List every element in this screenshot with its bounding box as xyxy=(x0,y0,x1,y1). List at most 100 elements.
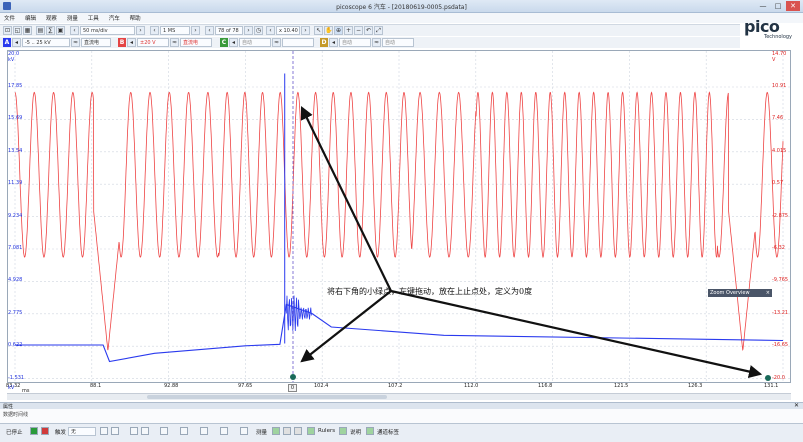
channel-settings-icon[interactable]: ▤ xyxy=(36,26,45,35)
edit-measure-icon[interactable] xyxy=(283,427,291,435)
pico-logo-sub: Technology xyxy=(764,34,793,40)
channel-labels-label[interactable]: 通道标签 xyxy=(377,428,399,436)
properties-close-icon[interactable]: ✕ xyxy=(794,402,799,409)
menu-help[interactable]: 帮助 xyxy=(126,13,145,22)
run-state-label: 已停止 xyxy=(6,430,23,436)
channel-a-coupling[interactable]: 直流电 xyxy=(81,38,111,47)
menu-automotive[interactable]: 汽车 xyxy=(105,13,124,22)
right-axis-tick: 10.91 xyxy=(772,83,787,89)
pre-trigger-icon[interactable] xyxy=(200,427,208,435)
ref-waveform-icon[interactable]: ▣ xyxy=(56,26,65,35)
channel-d-settings-icon[interactable]: ≈ xyxy=(372,38,381,47)
channel-e-coupling[interactable]: 自动 xyxy=(382,38,414,47)
channel-c-coupling[interactable]: 自动 xyxy=(239,38,271,47)
zoom-factor[interactable]: x 10.40 xyxy=(276,26,300,35)
zoom-in-icon[interactable]: + xyxy=(344,26,353,35)
zoom-area-icon[interactable]: ⊕ xyxy=(334,26,343,35)
annotation-text: 将右下角的小绿点，左键拖动，放在上止点处，定义为0度 xyxy=(327,287,533,296)
delete-measure-icon[interactable] xyxy=(294,427,302,435)
notes-label[interactable]: 说明 xyxy=(350,428,361,436)
trigger-options-icon[interactable] xyxy=(240,427,248,435)
capture-toolbar: ⊡ ◱ ▦ ▤ ∑ ▣ ‹ 50 ms/div › ‹ 1 MS › ‹ 78 … xyxy=(0,24,740,36)
channel-c-extra[interactable] xyxy=(282,38,314,47)
minimize-icon[interactable]: — xyxy=(756,1,770,11)
rulers-icon[interactable] xyxy=(307,427,315,435)
pointer-icon[interactable]: ↖ xyxy=(314,26,323,35)
menu-edit[interactable]: 编辑 xyxy=(21,13,40,22)
zoom-down-icon[interactable]: ‹ xyxy=(266,26,275,35)
trigger-channel-icon[interactable] xyxy=(100,427,108,435)
trigger-mode-select[interactable]: 无 xyxy=(68,427,96,436)
buffer-navigator[interactable]: 78 of 78 xyxy=(215,26,243,35)
channel-labels-icon[interactable] xyxy=(366,427,374,435)
samples-select[interactable]: 1 MS xyxy=(160,26,190,35)
trigger-edge-falling-icon[interactable] xyxy=(141,427,149,435)
channel-c-settings-icon[interactable]: ≈ xyxy=(272,38,281,47)
channel-b-coupling-icon[interactable]: ≈ xyxy=(170,38,179,47)
channel-b-range[interactable]: ±20 V xyxy=(137,38,169,47)
channel-a-button[interactable]: A xyxy=(3,38,11,47)
waveform-chart[interactable] xyxy=(8,51,790,382)
right-axis-tick: 4.015 xyxy=(772,147,787,154)
buffer-history-icon[interactable]: ◷ xyxy=(254,26,263,35)
channel-b-button[interactable]: B xyxy=(118,38,126,47)
scope-mode-icon[interactable]: ⊡ xyxy=(3,26,12,35)
trigger-threshold-icon[interactable] xyxy=(160,427,168,435)
buffer-next-icon[interactable]: › xyxy=(244,26,253,35)
maximize-icon[interactable]: □ xyxy=(771,1,785,11)
notes-icon[interactable] xyxy=(339,427,347,435)
zoom-out-icon[interactable]: − xyxy=(354,26,363,35)
channel-d-probe-icon[interactable]: ◂ xyxy=(329,38,338,47)
ruler-zero-marker[interactable]: 0 xyxy=(288,384,297,392)
menu-measure[interactable]: 测量 xyxy=(63,13,82,22)
add-measure-icon[interactable] xyxy=(272,427,280,435)
right-axis-tick: -20.0 xyxy=(772,374,785,381)
zoom-overview-panel[interactable]: Zoom Overview × xyxy=(708,289,772,297)
channel-b-probe-icon[interactable]: ◂ xyxy=(127,38,136,47)
channel-a-ringing xyxy=(285,295,312,332)
trigger-edge-rising-icon[interactable] xyxy=(130,427,138,435)
channel-a-coupling-icon[interactable]: ≈ xyxy=(71,38,80,47)
zoom-fit-icon[interactable]: ⤢ xyxy=(374,26,383,35)
menu-tools[interactable]: 工具 xyxy=(84,13,103,22)
zoom-up-icon[interactable]: › xyxy=(301,26,310,35)
zoom-overview-close-icon[interactable]: × xyxy=(766,289,770,297)
x-axis-tick: 116.8 xyxy=(538,383,553,389)
channel-c-probe-icon[interactable]: ◂ xyxy=(229,38,238,47)
spectrum-mode-icon[interactable]: ◱ xyxy=(13,26,22,35)
timebase-select[interactable]: 50 ms/div xyxy=(80,26,135,35)
left-axis-tick: 13.54 xyxy=(8,147,23,154)
math-channel-icon[interactable]: ∑ xyxy=(46,26,55,35)
properties-body: 数据时间线 xyxy=(0,409,803,423)
stop-button[interactable] xyxy=(41,427,49,435)
buffer-prev-icon[interactable]: ‹ xyxy=(205,26,214,35)
menu-view[interactable]: 观察 xyxy=(42,13,61,22)
advanced-trigger-icon[interactable] xyxy=(220,427,228,435)
timebase-up-icon[interactable]: › xyxy=(136,26,145,35)
trigger-level-icon[interactable] xyxy=(111,427,119,435)
scrollbar-thumb[interactable] xyxy=(147,395,387,399)
persist-mode-icon[interactable]: ▦ xyxy=(23,26,32,35)
menu-file[interactable]: 文件 xyxy=(0,13,19,22)
undo-zoom-icon[interactable]: ↶ xyxy=(364,26,373,35)
samples-down-icon[interactable]: ‹ xyxy=(150,26,159,35)
annotation-arrow-down xyxy=(300,290,392,363)
channel-a-probe-icon[interactable]: ◂ xyxy=(12,38,21,47)
measure-label[interactable]: 测量 xyxy=(256,428,267,436)
timebase-down-icon[interactable]: ‹ xyxy=(70,26,79,35)
channel-d-button[interactable]: D xyxy=(320,38,328,47)
hand-icon[interactable]: ✋ xyxy=(324,26,333,35)
scope-plot-area[interactable] xyxy=(7,50,791,383)
samples-up-icon[interactable]: › xyxy=(191,26,200,35)
start-button[interactable] xyxy=(30,427,38,435)
rulers-label[interactable]: Rulers xyxy=(318,428,335,434)
channel-b-coupling[interactable]: 直流电 xyxy=(180,38,212,47)
channel-d-coupling[interactable]: 自动 xyxy=(339,38,371,47)
horizontal-scrollbar[interactable] xyxy=(7,393,791,400)
close-icon[interactable]: ✕ xyxy=(786,1,800,11)
trigger-position-icon[interactable] xyxy=(180,427,188,435)
channel-a-range[interactable]: -5 .. 25 kV xyxy=(22,38,70,47)
channel-c-button[interactable]: C xyxy=(220,38,228,47)
ruler-handle-left xyxy=(290,374,296,380)
ruler-handle-right xyxy=(765,375,771,381)
